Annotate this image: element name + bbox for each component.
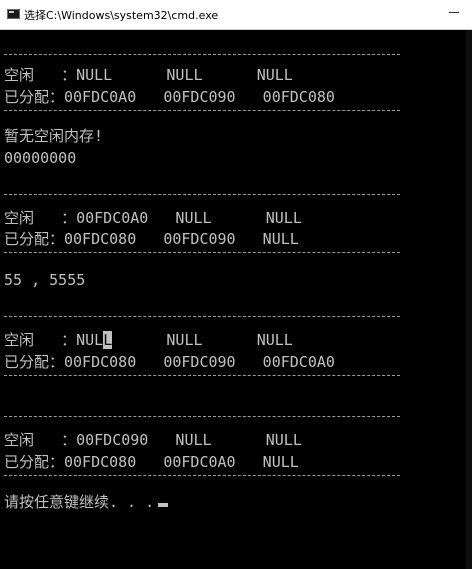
title-bar[interactable]: 选择C:\Windows\system32\cmd.exe: [0, 0, 472, 30]
window-controls: [436, 0, 472, 24]
console-app-icon[interactable]: [7, 9, 20, 19]
free-list-text-rest: NULL NULL: [112, 331, 293, 349]
free-list-line: 空闲 ：00FDC090 NULL NULL: [4, 431, 302, 449]
free-list-line: 空闲 ：00FDC0A0 NULL NULL: [4, 209, 302, 227]
text-cursor: [158, 503, 169, 507]
console-output[interactable]: 空闲 ：NULL NULL NULL 已分配：00FDC0A0 00FDC090…: [0, 30, 466, 569]
continue-prompt: 请按任意键继续. . .: [4, 493, 155, 511]
free-list-line: 空闲 ：NULL NULL NULL: [4, 66, 293, 84]
separator-line: [4, 475, 400, 476]
free-list-line: 空闲 ：NULL NULL NULL: [4, 330, 293, 350]
separator-line: [4, 110, 400, 111]
allocated-list-line: 已分配：00FDC080 00FDC090 00FDC0A0: [4, 353, 335, 371]
separator-line: [4, 316, 400, 317]
numbers-output-line: 55 , 5555: [4, 271, 86, 289]
separator-line: [4, 375, 400, 376]
zero-address-line: 00000000: [4, 149, 77, 167]
separator-line: [4, 54, 400, 55]
allocated-list-line: 已分配：00FDC080 00FDC0A0 NULL: [4, 453, 299, 471]
allocated-list-line: 已分配：00FDC0A0 00FDC090 00FDC080: [4, 88, 335, 106]
minimize-icon[interactable]: [436, 0, 472, 24]
text-selection-highlight: L: [103, 331, 113, 349]
allocated-list-line: 已分配：00FDC080 00FDC090 NULL: [4, 230, 299, 248]
vertical-scrollbar[interactable]: [466, 30, 472, 569]
free-list-text: 空闲 ：NUL: [4, 331, 104, 349]
window-title: 选择C:\Windows\system32\cmd.exe: [24, 9, 219, 22]
cmd-window: 选择C:\Windows\system32\cmd.exe 空闲 ：NULL N…: [0, 0, 472, 569]
continue-prompt-line: 请按任意键继续. . .: [4, 492, 169, 512]
no-free-memory-message: 暂无空闲内存!: [4, 127, 104, 145]
separator-line: [4, 252, 400, 253]
separator-line: [4, 194, 400, 195]
separator-line: [4, 416, 400, 417]
